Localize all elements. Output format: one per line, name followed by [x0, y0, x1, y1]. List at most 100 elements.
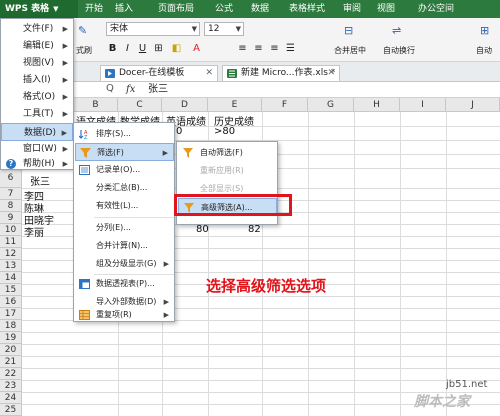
column-header[interactable]: G: [308, 98, 354, 112]
menu-item-edit[interactable]: 编辑(E) ▶: [1, 37, 73, 55]
align-center-button[interactable]: ≡: [252, 42, 265, 55]
column-header[interactable]: H: [354, 98, 400, 112]
row-header[interactable]: 23: [0, 380, 22, 392]
tab-page-layout[interactable]: 页面布局: [150, 0, 202, 18]
justify-button[interactable]: ☰: [284, 42, 297, 55]
cell[interactable]: 0: [176, 126, 182, 137]
auto-icon[interactable]: ⊞: [480, 24, 489, 37]
italic-button[interactable]: I: [121, 42, 134, 55]
cell[interactable]: 张三: [30, 173, 50, 188]
filter-icon: [80, 148, 91, 158]
grid-line: [308, 112, 309, 416]
font-size-select[interactable]: 12 ▼: [204, 22, 244, 36]
column-header[interactable]: I: [400, 98, 446, 112]
row-header[interactable]: 13: [0, 260, 22, 272]
watermark-site: jb51.net: [446, 379, 488, 390]
close-icon[interactable]: ✕: [327, 66, 335, 81]
menu-item-insert[interactable]: 插入(I) ▶: [1, 71, 73, 89]
menu-item-duplicates[interactable]: 重复项(R) ▶: [75, 307, 174, 323]
menu-item-text-to-columns[interactable]: 分列(E)...: [75, 219, 174, 237]
merge-center-button[interactable]: 合并居中: [334, 45, 366, 56]
wrap-text-button[interactable]: 自动换行: [383, 45, 415, 56]
wrap-text-icon[interactable]: ⇌: [392, 24, 401, 37]
zoom-search-icon[interactable]: Q: [106, 83, 114, 94]
menu-item-view[interactable]: 视图(V) ▶: [1, 54, 73, 72]
menu-item-filter[interactable]: 筛选(F) ▶: [75, 143, 174, 161]
menu-item-auto-filter[interactable]: 自动筛选(F): [178, 144, 277, 162]
tab-data[interactable]: 数据: [246, 0, 274, 18]
column-header[interactable]: C: [118, 98, 162, 112]
align-left-button[interactable]: ≡: [236, 42, 249, 55]
menu-item-help[interactable]: ? 帮助(H) ▶: [1, 157, 73, 171]
bold-button[interactable]: B: [106, 42, 119, 55]
tab-table-style[interactable]: 表格样式: [282, 0, 332, 18]
row-header[interactable]: 9: [0, 212, 22, 224]
fx-icon[interactable]: fx: [126, 82, 135, 98]
row-header[interactable]: 10: [0, 224, 22, 236]
format-painter-label[interactable]: 式刷: [76, 45, 92, 56]
row-header[interactable]: 12: [0, 248, 22, 260]
title-bar: WPS 表格 ▼ 开始 插入 页面布局 公式 数据 表格样式 审阅 视图 办公空间: [0, 0, 500, 18]
document-tabs: Docer-在线模板 ✕ 新建 Micro...作表.xls * ✕: [0, 62, 500, 82]
close-icon[interactable]: ✕: [205, 66, 213, 81]
menu-item-data[interactable]: 数据(D) ▶: [1, 123, 73, 141]
row-header[interactable]: 17: [0, 308, 22, 320]
row-header[interactable]: 25: [0, 404, 22, 416]
row-header[interactable]: 15: [0, 284, 22, 296]
cell[interactable]: 80: [196, 224, 209, 235]
column-header[interactable]: E: [208, 98, 262, 112]
fill-color-button[interactable]: ◧: [170, 42, 183, 55]
tab-formulas[interactable]: 公式: [210, 0, 238, 18]
row-header[interactable]: 18: [0, 320, 22, 332]
menu-item-file[interactable]: 文件(F) ▶: [1, 20, 73, 38]
menu-item-validation[interactable]: 有效性(L)...: [75, 197, 174, 215]
row-header[interactable]: 24: [0, 392, 22, 404]
pivot-icon: [79, 279, 90, 289]
font-name-select[interactable]: 宋体 ▼: [106, 22, 200, 36]
menu-item-group-outline[interactable]: 组及分级显示(G) ▶: [75, 255, 174, 273]
row-header[interactable]: 22: [0, 368, 22, 380]
font-color-button[interactable]: A: [190, 42, 203, 55]
column-header[interactable]: F: [262, 98, 308, 112]
formula-input[interactable]: 张三: [148, 82, 168, 98]
column-header[interactable]: J: [446, 98, 500, 112]
menu-item-record-form[interactable]: 记录单(O)...: [75, 161, 174, 179]
align-right-button[interactable]: ≡: [268, 42, 281, 55]
menu-item-subtotal[interactable]: 分类汇总(B)...: [75, 179, 174, 197]
row-header[interactable]: 14: [0, 272, 22, 284]
tab-view[interactable]: 视图: [372, 0, 400, 18]
tab-office-space[interactable]: 办公空间: [410, 0, 462, 18]
cell[interactable]: 82: [248, 224, 261, 235]
row-header[interactable]: 11: [0, 236, 22, 248]
doc-tab-workbook[interactable]: 新建 Micro...作表.xls * ✕: [222, 65, 340, 81]
column-header[interactable]: B: [74, 98, 118, 112]
grid-line: [22, 344, 500, 345]
row-header[interactable]: 19: [0, 332, 22, 344]
merge-center-icon[interactable]: ⊟: [344, 24, 353, 37]
row-header[interactable]: 21: [0, 356, 22, 368]
cell[interactable]: 李丽: [24, 224, 44, 239]
row-header[interactable]: 20: [0, 344, 22, 356]
row-header[interactable]: 7: [0, 188, 22, 200]
menu-item-tools[interactable]: 工具(T) ▶: [1, 105, 73, 123]
auto-button[interactable]: 自动: [476, 45, 492, 56]
menu-item-pivot-table[interactable]: 数据透视表(P)...: [75, 275, 174, 293]
border-button[interactable]: ⊞: [152, 42, 165, 55]
row-header[interactable]: 8: [0, 200, 22, 212]
row-header[interactable]: 6: [0, 168, 22, 188]
tab-review[interactable]: 审阅: [338, 0, 366, 18]
tab-home[interactable]: 开始: [80, 0, 108, 18]
menu-item-sort[interactable]: AZ 排序(S)...: [75, 125, 174, 143]
cell[interactable]: >80: [214, 126, 235, 137]
menu-item-window[interactable]: 窗口(W) ▶: [1, 140, 73, 158]
doc-tab-docer[interactable]: Docer-在线模板 ✕: [100, 65, 218, 81]
column-header[interactable]: D: [162, 98, 208, 112]
underline-button[interactable]: U: [136, 42, 149, 55]
grid-line: [22, 380, 500, 381]
menu-item-consolidate[interactable]: 合并计算(N)...: [75, 237, 174, 255]
row-header[interactable]: 16: [0, 296, 22, 308]
tab-insert[interactable]: 插入: [110, 0, 138, 18]
wps-app-menu-button[interactable]: WPS 表格 ▼: [0, 0, 78, 18]
menu-item-format[interactable]: 格式(O) ▶: [1, 88, 73, 106]
format-painter-icon[interactable]: ✎: [78, 24, 87, 37]
